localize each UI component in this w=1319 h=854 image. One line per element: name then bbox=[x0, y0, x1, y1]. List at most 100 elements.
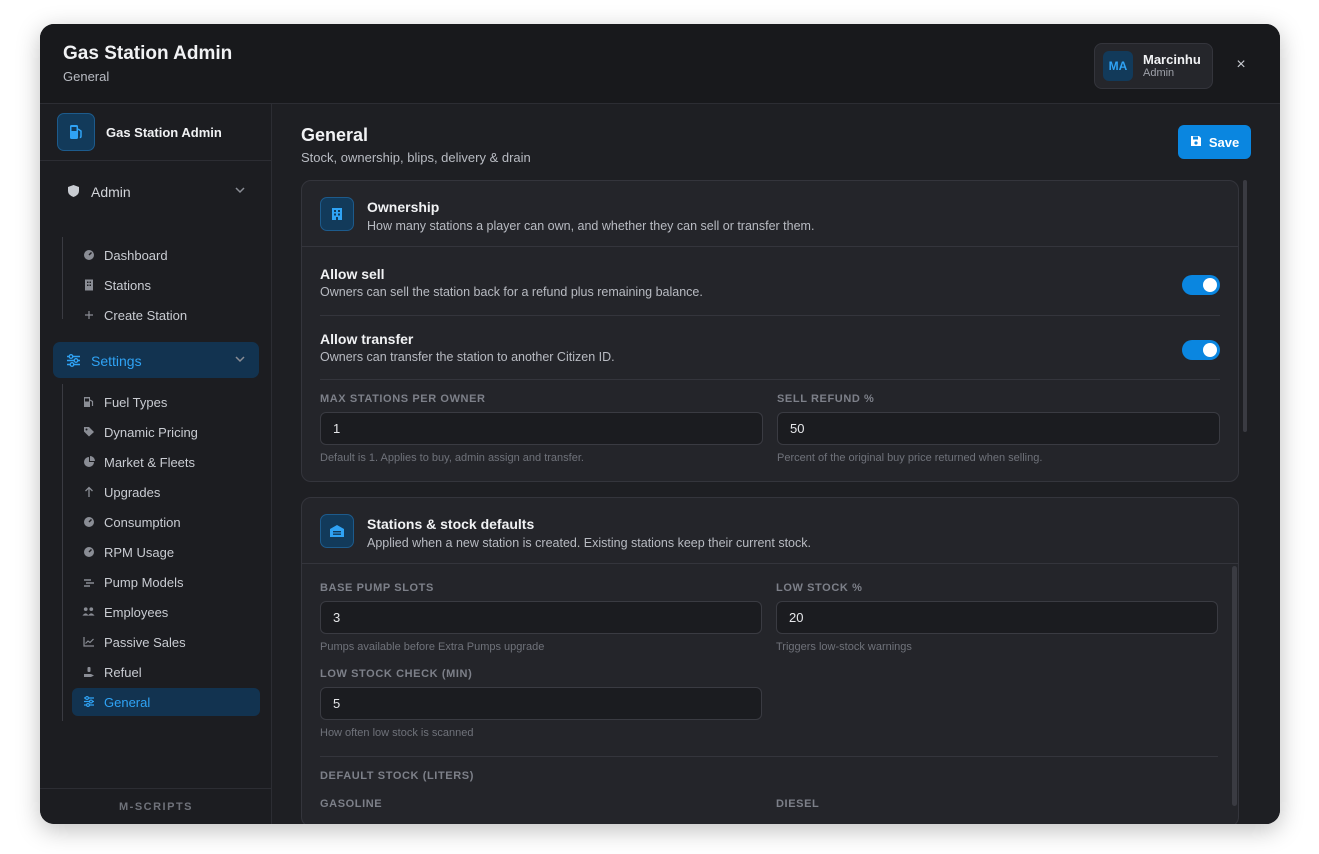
app-title: Gas Station Admin bbox=[63, 43, 233, 64]
plus-icon bbox=[82, 308, 95, 321]
allow-transfer-row: Allow transfer Owners can transfer the s… bbox=[320, 312, 1220, 376]
main-scrollbar[interactable] bbox=[1243, 180, 1247, 432]
max-stations-input[interactable]: 1 bbox=[320, 412, 763, 445]
main-content: General Stock, ownership, blips, deliver… bbox=[273, 104, 1280, 824]
page-title: General bbox=[301, 125, 369, 145]
low-stock-label: LOW STOCK % bbox=[776, 582, 863, 594]
sidebar-item-general[interactable]: General bbox=[72, 688, 260, 716]
nav-group-settings[interactable]: Settings bbox=[53, 342, 259, 378]
sidebar-item-upgrades[interactable]: Upgrades bbox=[72, 478, 260, 506]
dashboard-icon bbox=[82, 248, 95, 261]
low-stock-check-input[interactable]: 5 bbox=[320, 687, 762, 720]
sidebar-item-label: Create Station bbox=[104, 308, 188, 323]
allow-transfer-description: Owners can transfer the station to anoth… bbox=[320, 350, 615, 364]
card-title: Ownership bbox=[367, 199, 440, 215]
floppy-disk-icon bbox=[1190, 135, 1202, 150]
page-subtitle: Stock, ownership, blips, delivery & drai… bbox=[301, 150, 531, 165]
nav-group-label: Settings bbox=[91, 353, 142, 369]
pump-icon bbox=[82, 575, 95, 588]
allow-sell-toggle[interactable] bbox=[1182, 275, 1220, 295]
default-stock-heading: DEFAULT STOCK (LITERS) bbox=[320, 770, 474, 782]
gauge-icon bbox=[82, 515, 95, 528]
chart-line-icon bbox=[82, 635, 95, 648]
sell-refund-input[interactable]: 50 bbox=[777, 412, 1220, 445]
sell-refund-label: SELL REFUND % bbox=[777, 393, 875, 405]
low-stock-check-label: LOW STOCK CHECK (MIN) bbox=[320, 668, 473, 680]
sidebar-item-label: Refuel bbox=[104, 665, 142, 680]
sidebar-item-consumption[interactable]: Consumption bbox=[72, 508, 260, 536]
divider bbox=[320, 756, 1218, 757]
allow-transfer-toggle[interactable] bbox=[1182, 340, 1220, 360]
sidebar-item-passive-sales[interactable]: Passive Sales bbox=[72, 628, 260, 656]
sidebar-item-employees[interactable]: Employees bbox=[72, 598, 260, 626]
low-stock-hint: Triggers low-stock warnings bbox=[776, 641, 912, 653]
allow-sell-label: Allow sell bbox=[320, 266, 385, 282]
sidebar-item-rpm-usage[interactable]: RPM Usage bbox=[72, 538, 260, 566]
fuel-pump-icon bbox=[57, 113, 95, 151]
gauge-icon bbox=[82, 545, 95, 558]
user-role: Admin bbox=[1143, 67, 1175, 79]
allow-sell-row: Allow sell Owners can sell the station b… bbox=[320, 247, 1220, 311]
ownership-card: Ownership How many stations a player can… bbox=[301, 180, 1239, 482]
sidebar-item-label: Stations bbox=[104, 278, 151, 293]
card-scrollbar[interactable] bbox=[1232, 566, 1237, 806]
sidebar-item-label: Consumption bbox=[104, 515, 181, 530]
tree-line bbox=[62, 237, 63, 319]
nav-group-label: Admin bbox=[91, 184, 131, 200]
sidebar-footer: M-SCRIPTS bbox=[40, 788, 272, 824]
sidebar: Gas Station Admin Admin Dashboard Statio… bbox=[40, 104, 272, 824]
chevron-down-icon bbox=[233, 352, 247, 366]
low-stock-input[interactable]: 20 bbox=[776, 601, 1218, 634]
hand-icon bbox=[82, 665, 95, 678]
sidebar-item-label: Market & Fleets bbox=[104, 455, 196, 470]
save-button[interactable]: Save bbox=[1178, 125, 1251, 159]
sidebar-item-label: Dashboard bbox=[104, 248, 168, 263]
base-pump-slots-hint: Pumps available before Extra Pumps upgra… bbox=[320, 641, 545, 653]
app-subtitle: General bbox=[63, 69, 110, 84]
sidebar-brand: Gas Station Admin bbox=[40, 104, 272, 161]
sliders-icon bbox=[82, 695, 95, 708]
sidebar-item-dashboard[interactable]: Dashboard bbox=[72, 241, 260, 269]
building-icon bbox=[82, 278, 95, 291]
sidebar-item-stations[interactable]: Stations bbox=[72, 271, 260, 299]
sidebar-item-label: Pump Models bbox=[104, 575, 184, 590]
tag-icon bbox=[82, 425, 95, 438]
app-window: Gas Station Admin General MA Marcinhu Ad… bbox=[40, 24, 1280, 824]
diesel-label: DIESEL bbox=[776, 798, 820, 810]
building-icon bbox=[320, 197, 354, 231]
card-title: Stations & stock defaults bbox=[367, 516, 535, 532]
shield-icon bbox=[65, 183, 81, 199]
sidebar-item-label: General bbox=[104, 695, 151, 710]
user-card[interactable]: MA Marcinhu Admin bbox=[1094, 43, 1213, 89]
chevron-down-icon bbox=[233, 183, 247, 197]
sell-refund-hint: Percent of the original buy price return… bbox=[777, 452, 1043, 464]
gasoline-label: GASOLINE bbox=[320, 798, 383, 810]
divider bbox=[320, 379, 1220, 380]
nav-group-admin[interactable]: Admin bbox=[53, 173, 259, 209]
tree-line bbox=[62, 384, 63, 721]
sidebar-item-label: RPM Usage bbox=[104, 545, 175, 560]
max-stations-label: MAX STATIONS PER OWNER bbox=[320, 393, 486, 405]
users-icon bbox=[82, 605, 95, 618]
user-name: Marcinhu bbox=[1143, 52, 1201, 67]
allow-transfer-label: Allow transfer bbox=[320, 331, 414, 347]
sidebar-item-create-station[interactable]: Create Station bbox=[72, 301, 260, 329]
sidebar-item-fuel-types[interactable]: Fuel Types bbox=[72, 388, 260, 416]
sidebar-item-label: Fuel Types bbox=[104, 395, 168, 410]
fuel-icon bbox=[82, 395, 95, 408]
base-pump-slots-input[interactable]: 3 bbox=[320, 601, 762, 634]
sidebar-item-market-fleets[interactable]: Market & Fleets bbox=[72, 448, 260, 476]
sidebar-item-refuel[interactable]: Refuel bbox=[72, 658, 260, 686]
close-icon[interactable]: × bbox=[1230, 54, 1252, 76]
card-subtitle: How many stations a player can own, and … bbox=[367, 219, 815, 233]
sidebar-item-label: Upgrades bbox=[104, 485, 161, 500]
sidebar-brand-name: Gas Station Admin bbox=[106, 125, 222, 140]
low-stock-check-hint: How often low stock is scanned bbox=[320, 727, 474, 739]
card-subtitle: Applied when a new station is created. E… bbox=[367, 536, 811, 550]
sidebar-item-label: Dynamic Pricing bbox=[104, 425, 198, 440]
sidebar-item-label: Passive Sales bbox=[104, 635, 186, 650]
sidebar-item-dynamic-pricing[interactable]: Dynamic Pricing bbox=[72, 418, 260, 446]
warehouse-icon bbox=[320, 514, 354, 548]
sidebar-item-pump-models[interactable]: Pump Models bbox=[72, 568, 260, 596]
pie-icon bbox=[82, 455, 95, 468]
